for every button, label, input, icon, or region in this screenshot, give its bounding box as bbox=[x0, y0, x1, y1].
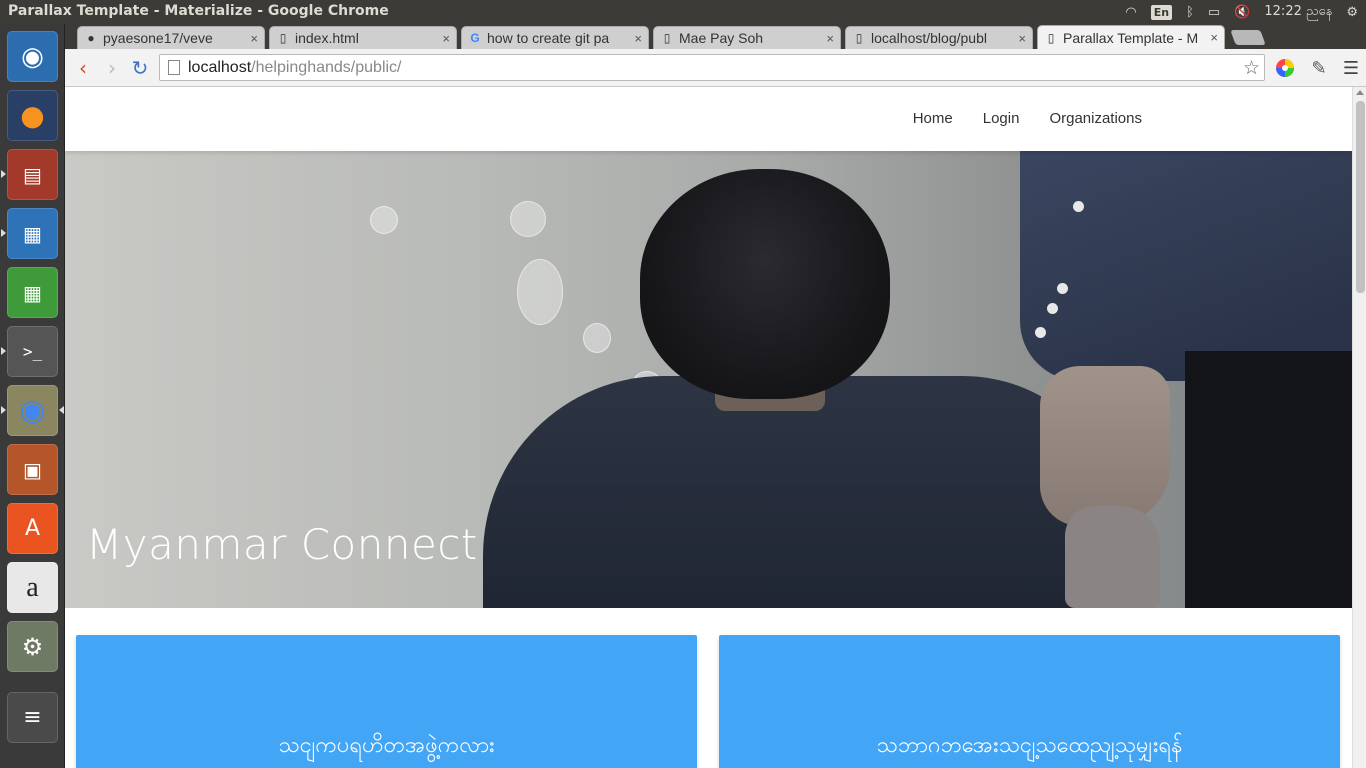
browser-tab[interactable]: G how to create git pa × bbox=[461, 26, 649, 49]
bluetooth-icon[interactable]: ᛒ bbox=[1186, 5, 1194, 20]
wifi-icon[interactable]: ◠ bbox=[1125, 5, 1136, 20]
software-center-icon[interactable]: A bbox=[7, 503, 58, 554]
google-icon: G bbox=[470, 31, 480, 45]
shirt-button bbox=[1073, 201, 1084, 212]
chrome-menu-icon[interactable]: ☰ bbox=[1340, 57, 1362, 79]
browser-tab-strip: ● pyaesone17/veve × ▯ index.html × G how… bbox=[65, 24, 1366, 49]
child-hand bbox=[1065, 506, 1160, 608]
tab-label: how to create git pa bbox=[487, 30, 610, 46]
tab-label: pyaesone17/veve bbox=[103, 30, 213, 46]
page-icon: ▯ bbox=[1047, 30, 1055, 45]
system-settings-icon[interactable]: ⚙ bbox=[7, 621, 58, 672]
browser-toolbar: ‹ › ↻ localhost/helpinghands/public/ ☆ ✎… bbox=[65, 49, 1366, 87]
hero-parallax: Myanmar Connect bbox=[65, 151, 1352, 608]
tab-label: index.html bbox=[295, 30, 359, 46]
impress-icon[interactable]: ▣ bbox=[7, 444, 58, 495]
tab-label: Mae Pay Soh bbox=[679, 30, 764, 46]
card-title: သဘာဂဘအေးသငျ့သထေညျ့သုမျှးရန် bbox=[876, 733, 1183, 758]
adult-hand bbox=[1040, 366, 1170, 526]
workspace-switcher-icon[interactable]: ≡ bbox=[7, 692, 58, 743]
nav-link-organizations[interactable]: Organizations bbox=[1034, 87, 1157, 151]
color-picker-extension-icon[interactable] bbox=[1274, 57, 1296, 79]
reload-icon[interactable]: ↻ bbox=[128, 56, 152, 80]
site-nav-menu: Home Login Organizations bbox=[898, 87, 1157, 151]
terminal-icon[interactable]: >_ bbox=[7, 326, 58, 377]
amazon-icon[interactable]: a bbox=[7, 562, 58, 613]
window-title: Parallax Template - Materialize - Google… bbox=[8, 3, 389, 19]
launcher-running-indicator bbox=[1, 170, 6, 178]
tab-close-icon[interactable]: × bbox=[1210, 30, 1218, 45]
browser-tab-active[interactable]: ▯ Parallax Template - M × bbox=[1037, 25, 1225, 49]
tab-label: Parallax Template - M bbox=[1063, 29, 1199, 46]
scroll-up-arrow-icon[interactable] bbox=[1356, 90, 1364, 95]
eyedropper-extension-icon[interactable]: ✎ bbox=[1308, 57, 1330, 79]
hero-title: Myanmar Connect bbox=[86, 520, 478, 569]
bubble bbox=[510, 201, 546, 237]
page-icon: ▯ bbox=[279, 31, 287, 45]
page-viewport: Home Login Organizations Myanmar Connect… bbox=[65, 87, 1352, 768]
tab-close-icon[interactable]: × bbox=[1018, 31, 1026, 46]
tab-close-icon[interactable]: × bbox=[826, 31, 834, 46]
browser-tab[interactable]: ▯ Mae Pay Soh × bbox=[653, 26, 841, 49]
browser-tab[interactable]: ▯ localhost/blog/publ × bbox=[845, 26, 1033, 49]
files-icon[interactable]: ▤ bbox=[7, 149, 58, 200]
launcher-running-indicator bbox=[1, 406, 6, 414]
browser-tab[interactable]: ▯ index.html × bbox=[269, 26, 457, 49]
adult-trousers bbox=[1185, 351, 1352, 608]
keyboard-layout-indicator[interactable]: En bbox=[1150, 4, 1173, 20]
shirt-button bbox=[1057, 283, 1068, 294]
volume-muted-icon[interactable]: 🔇 bbox=[1234, 5, 1250, 20]
site-navbar: Home Login Organizations bbox=[65, 87, 1352, 151]
launcher-focused-indicator bbox=[59, 406, 64, 414]
category-card[interactable]: သဘာဂဘအေးသငျ့သထေညျ့သုမျှးရန် bbox=[719, 635, 1340, 768]
system-top-panel: Parallax Template - Materialize - Google… bbox=[0, 0, 1366, 24]
forward-arrow-icon[interactable]: › bbox=[100, 56, 124, 80]
launcher: ◉ ● ▤ ▦ ▦ >_ ◉ ▣ A a ⚙ ≡ bbox=[0, 24, 65, 768]
bookmark-star-icon[interactable]: ☆ bbox=[1243, 57, 1260, 80]
launcher-running-indicator bbox=[1, 229, 6, 237]
writer-icon[interactable]: ▦ bbox=[7, 208, 58, 259]
bubble bbox=[583, 323, 611, 353]
firefox-icon[interactable]: ● bbox=[7, 90, 58, 141]
shirt-button bbox=[1047, 303, 1058, 314]
page-info-icon[interactable] bbox=[168, 60, 180, 75]
system-tray: ◠ En ᛒ ▭ 🔇 12:22 ညနေ ⚙ bbox=[1125, 0, 1358, 24]
calc-icon[interactable]: ▦ bbox=[7, 267, 58, 318]
bubble bbox=[370, 206, 398, 234]
url-host: localhost bbox=[188, 58, 252, 76]
bubble bbox=[517, 259, 563, 325]
battery-icon[interactable]: ▭ bbox=[1208, 5, 1220, 20]
ubuntu-dash-icon[interactable]: ◉ bbox=[7, 31, 58, 82]
url-path: /helpinghands/public/ bbox=[251, 58, 402, 76]
nav-link-home[interactable]: Home bbox=[898, 87, 968, 151]
session-gear-icon[interactable]: ⚙ bbox=[1346, 5, 1358, 20]
back-arrow-icon[interactable]: ‹ bbox=[71, 56, 95, 80]
address-bar[interactable]: localhost/helpinghands/public/ ☆ bbox=[159, 54, 1265, 81]
browser-tab[interactable]: ● pyaesone17/veve × bbox=[77, 26, 265, 49]
launcher-running-indicator bbox=[1, 347, 6, 355]
nav-link-login[interactable]: Login bbox=[968, 87, 1035, 151]
scrollbar-thumb[interactable] bbox=[1356, 101, 1365, 293]
tab-label: localhost/blog/publ bbox=[871, 30, 987, 46]
adult-sleeve bbox=[1020, 151, 1352, 381]
new-tab-button[interactable] bbox=[1230, 30, 1266, 45]
github-icon: ● bbox=[87, 31, 95, 45]
page-icon: ▯ bbox=[855, 31, 863, 45]
shirt-button bbox=[1035, 327, 1046, 338]
category-card[interactable]: သငျကပရဟိတအဖွဲ့ကလား bbox=[76, 635, 697, 768]
chrome-icon[interactable]: ◉ bbox=[7, 385, 58, 436]
page-scrollbar[interactable] bbox=[1352, 87, 1366, 768]
page-icon: ▯ bbox=[663, 31, 671, 45]
card-title: သငျကပရဟိတအဖွဲ့ကလား bbox=[278, 733, 495, 758]
clock[interactable]: 12:22 ညနေ bbox=[1264, 3, 1332, 22]
tab-close-icon[interactable]: × bbox=[250, 31, 258, 46]
tab-close-icon[interactable]: × bbox=[442, 31, 450, 46]
boy-head bbox=[640, 169, 890, 399]
tab-close-icon[interactable]: × bbox=[634, 31, 642, 46]
